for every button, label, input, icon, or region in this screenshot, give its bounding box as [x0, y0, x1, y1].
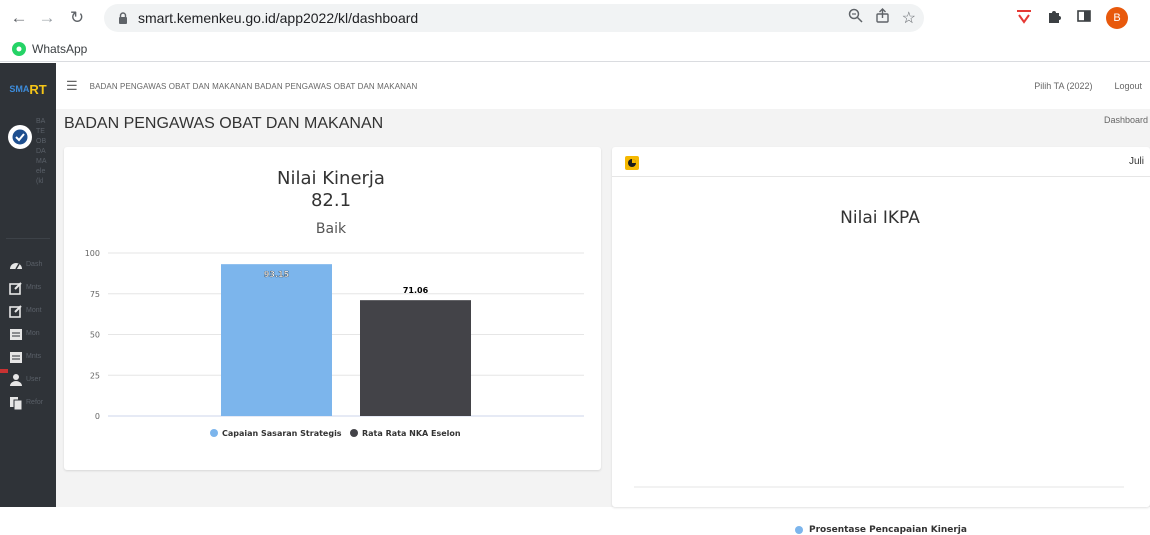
chart-score: 82.1: [311, 190, 351, 211]
extensions-puzzle-icon[interactable]: [1046, 8, 1062, 29]
ikpa-chart: Nilai IKPA: [634, 208, 1124, 488]
legend-marker: [210, 429, 218, 437]
bar-data-label: 71.06: [403, 286, 429, 295]
logo-text-left: SMA: [9, 84, 30, 94]
sidebar-item-label: Mon: [26, 330, 40, 337]
sidebar-menu: Dash Mnts Mont Mon Mnts User Refor: [8, 253, 43, 414]
user-info-line: ele: [36, 168, 46, 175]
logout-link[interactable]: Logout: [1114, 81, 1142, 91]
sidebar-item-report-2[interactable]: Mnts: [8, 345, 43, 368]
app-logo[interactable]: SMA RT: [4, 69, 52, 109]
sidebar-item-monitoring-2[interactable]: Mont: [8, 299, 43, 322]
whatsapp-icon: [12, 41, 26, 56]
sidebar-item-reform[interactable]: Refor: [8, 391, 43, 414]
bookmarks-bar: WhatsApp: [0, 36, 1150, 62]
chart-gridlines: [108, 252, 584, 417]
chart-bars: [221, 264, 471, 416]
user-info: BA TE OB DA MA ele (kl: [36, 117, 47, 187]
lock-icon: [118, 11, 132, 25]
bar[interactable]: [221, 264, 332, 416]
user-info-line: MA: [36, 158, 47, 165]
back-arrow-icon[interactable]: ←: [8, 7, 30, 29]
breadcrumb[interactable]: Dashboard: [1104, 115, 1148, 125]
sidebar-item-dashboard[interactable]: Dash: [8, 253, 43, 276]
kinerja-chart: Nilai Kinerja 82.1 Baik 0 25 50 75 100 93.15…: [85, 168, 584, 438]
bar-data-label: 93.15: [264, 270, 290, 279]
y-tick-label: 50: [90, 331, 100, 340]
bookmark-star-icon[interactable]: ☆: [902, 8, 916, 28]
top-navbar: ☰ BADAN PENGAWAS OBAT DAN MAKANAN BADAN …: [56, 63, 1150, 109]
ikpa-legend-marker: [795, 526, 804, 534]
address-bar[interactable]: smart.kemenkeu.go.id/app2022/kl/dashboar…: [104, 4, 924, 32]
menu-toggle-icon[interactable]: ☰: [66, 78, 78, 94]
sidebar-item-monitoring-1[interactable]: Mnts: [8, 276, 43, 299]
org-title: BADAN PENGAWAS OBAT DAN MAKANAN BADAN PE…: [89, 81, 418, 91]
y-tick-label: 75: [90, 290, 100, 299]
sidebar-item-user[interactable]: User: [8, 368, 43, 391]
page-title: BADAN PENGAWAS OBAT DAN MAKANAN: [64, 115, 384, 132]
side-panel-icon[interactable]: [1076, 8, 1092, 29]
sidebar-divider: [6, 238, 50, 239]
kinerja-card: Nilai Kinerja 82.1 Baik 0 25 50 75 100 93.15…: [64, 147, 601, 470]
ikpa-card-header: Juli: [612, 147, 1150, 177]
bookmark-whatsapp[interactable]: WhatsApp: [12, 41, 88, 56]
user-info-line: DA: [36, 148, 46, 155]
copy-icon: [8, 395, 24, 411]
legend-label[interactable]: Capaian Sasaran Strategis: [222, 429, 342, 438]
extension-tampermonkey-icon[interactable]: [1016, 8, 1032, 29]
sidebar-item-label: User: [26, 376, 41, 383]
url-text: smart.kemenkeu.go.id/app2022/kl/dashboar…: [138, 10, 419, 26]
user-info-line: (kl: [36, 178, 44, 185]
sidebar-item-label: Mont: [26, 307, 42, 314]
sidebar-item-report-1[interactable]: Mon: [8, 322, 43, 345]
report-icon: [8, 326, 24, 342]
sidebar-item-label: Dash: [26, 261, 43, 268]
ikpa-card: Juli Nilai IKPA Prosentase Pencapaian Ki…: [612, 147, 1150, 535]
ikpa-title: Nilai IKPA: [840, 208, 920, 228]
user-avatar[interactable]: [8, 125, 32, 149]
share-icon[interactable]: [875, 8, 890, 28]
browser-toolbar: ← → ↻ smart.kemenkeu.go.id/app2022/kl/da…: [0, 0, 1150, 36]
month-selector[interactable]: Juli: [1129, 156, 1144, 167]
chart-grade: Baik: [316, 221, 347, 237]
reload-icon[interactable]: ↻: [66, 7, 88, 29]
legend-marker: [350, 429, 358, 437]
chart-legend: Capaian Sasaran Strategis Rata Rata NKA E…: [210, 429, 461, 438]
user-icon: [8, 372, 24, 388]
sidebar-item-label: Mnts: [26, 353, 42, 360]
user-info-line: TE: [36, 128, 45, 135]
pie-chart-icon: [625, 156, 639, 170]
chart-title: Nilai Kinerja: [277, 168, 385, 189]
y-tick-label: 100: [85, 249, 100, 258]
sidebar: SMA RT BA TE OB DA MA ele (kl Dash Mnts …: [0, 63, 56, 507]
bar[interactable]: [360, 300, 471, 416]
sidebar-active-indicator: [0, 369, 8, 373]
sidebar-item-label: Mnts: [26, 284, 42, 291]
edit-icon: [8, 280, 24, 296]
legend-label[interactable]: Rata Rata NKA Eselon: [362, 429, 461, 438]
ikpa-legend-label: Prosentase Pencapaian Kinerja: [809, 525, 967, 535]
profile-avatar[interactable]: B: [1106, 7, 1128, 29]
year-select-link[interactable]: Pilih TA (2022): [1034, 81, 1092, 91]
app-root: SMA RT BA TE OB DA MA ele (kl Dash Mnts …: [0, 63, 1150, 535]
logo-text-right: RT: [29, 81, 47, 97]
y-tick-label: 0: [95, 412, 100, 421]
edit-icon: [8, 303, 24, 319]
bookmark-label: WhatsApp: [32, 41, 88, 56]
zoom-icon[interactable]: [848, 8, 863, 28]
sidebar-item-label: Refor: [26, 399, 44, 406]
user-info-line: BA: [36, 118, 46, 125]
report-icon: [8, 349, 24, 365]
y-tick-label: 25: [90, 371, 100, 380]
chart-y-ticks: 0 25 50 75 100: [85, 249, 100, 421]
user-info-line: OB: [36, 138, 47, 145]
dashboard-icon: [8, 257, 24, 273]
ikpa-legend[interactable]: Prosentase Pencapaian Kinerja: [612, 525, 1150, 535]
forward-arrow-icon[interactable]: →: [36, 7, 58, 29]
